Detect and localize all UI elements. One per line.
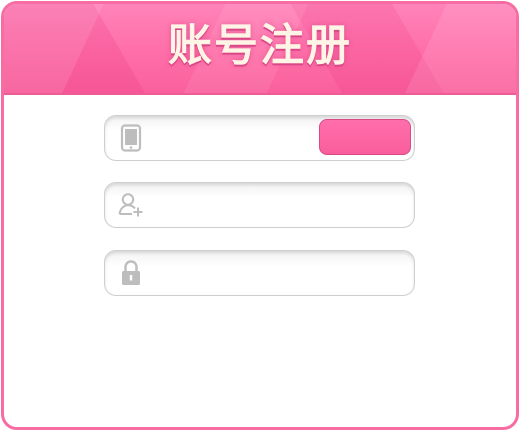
password-input[interactable]	[153, 257, 407, 291]
tablet-icon	[117, 124, 145, 152]
user-add-icon	[117, 191, 145, 219]
send-code-button[interactable]	[319, 119, 411, 155]
dialog-header: 账号注册	[4, 4, 516, 95]
username-field	[104, 182, 415, 228]
dialog-title: 账号注册	[168, 20, 352, 71]
phone-field	[104, 115, 415, 161]
register-dialog: 账号注册	[1, 1, 519, 430]
password-field	[104, 250, 415, 296]
username-input[interactable]	[153, 189, 407, 223]
phone-input[interactable]	[153, 122, 317, 156]
lock-icon	[117, 259, 145, 287]
